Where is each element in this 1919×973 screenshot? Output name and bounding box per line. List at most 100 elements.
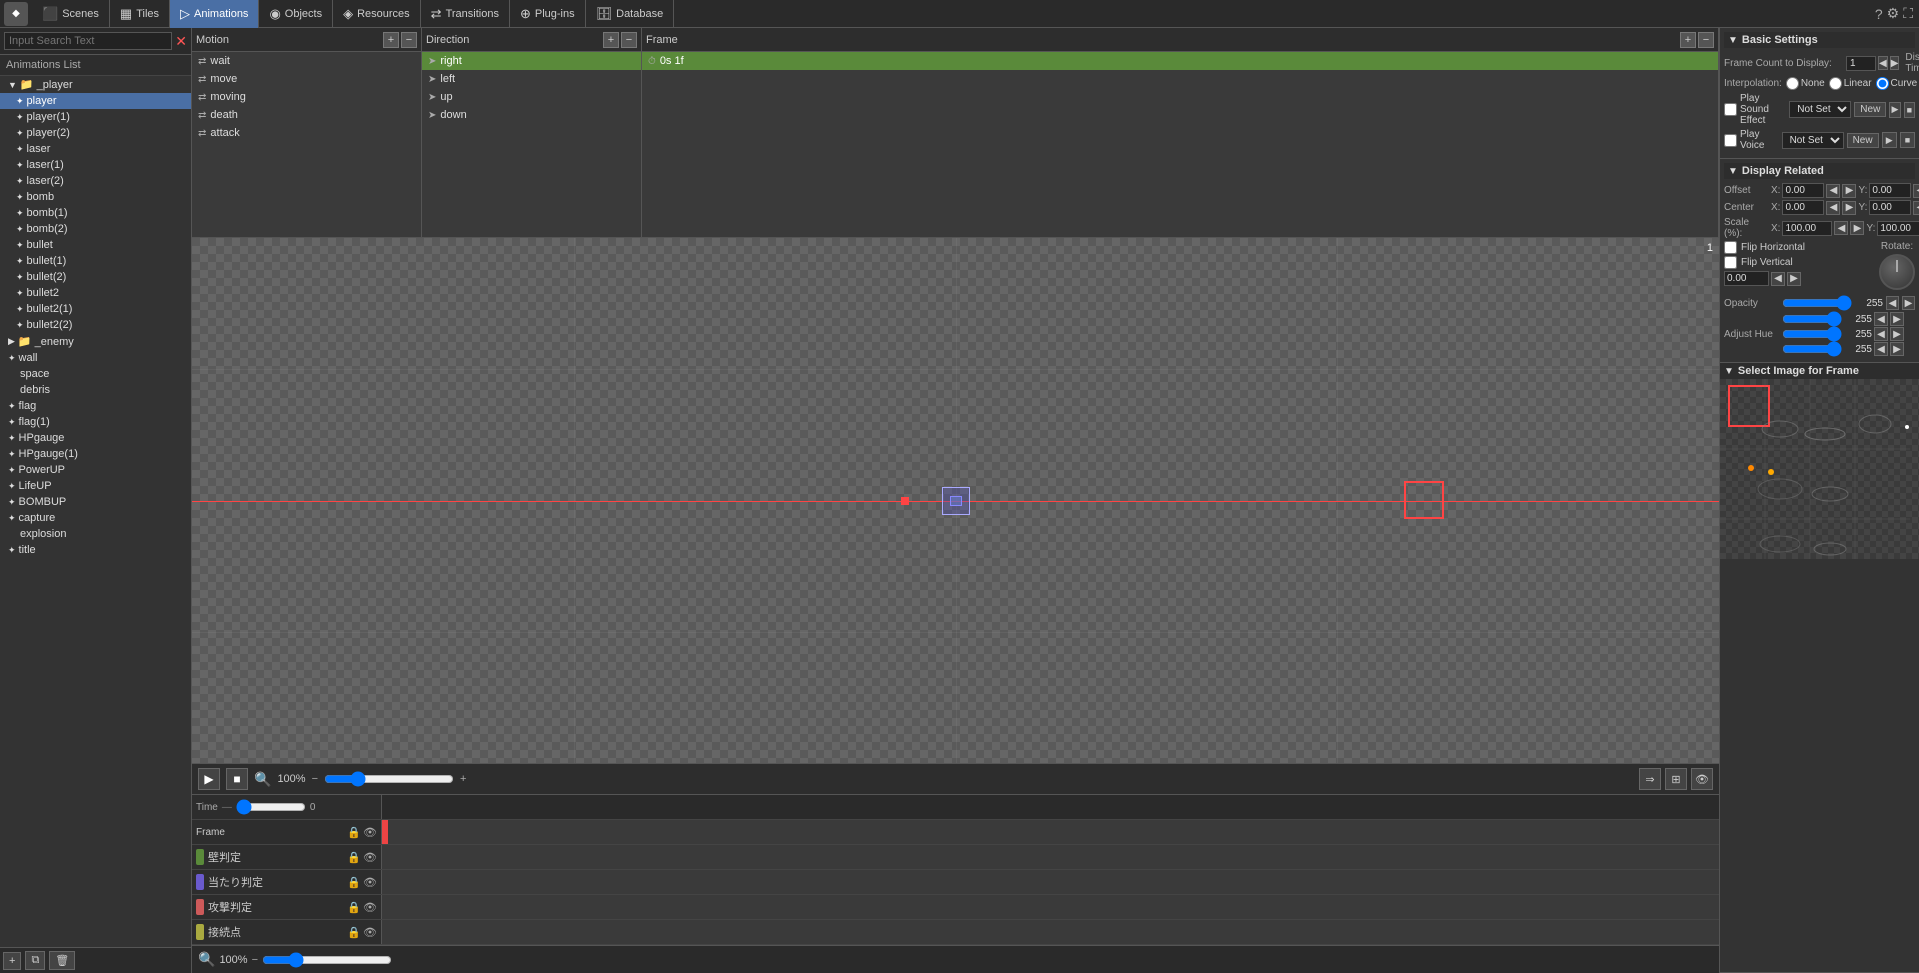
tree-item-lifeup[interactable]: ✦ LifeUP <box>0 478 191 494</box>
hue-r-slider[interactable] <box>1782 315 1842 323</box>
direction-item-left[interactable]: ➤ left <box>422 70 641 88</box>
offset-x-inc[interactable]: ▶ <box>1842 184 1856 198</box>
connect-lock-icon[interactable]: 🔒 <box>347 926 361 939</box>
play-voice-play-button[interactable]: ▶ <box>1882 132 1897 148</box>
tree-item-player2[interactable]: ✦ player(2) <box>0 125 191 141</box>
interp-none[interactable]: None <box>1786 77 1825 90</box>
tree-item-title[interactable]: ✦ title <box>0 542 191 558</box>
tree-item-bombup[interactable]: ✦ BOMBUP <box>0 494 191 510</box>
motion-item-wait[interactable]: ⇄ wait <box>192 52 421 70</box>
duplicate-animation-button[interactable]: ⧉ <box>25 951 45 970</box>
scale-x-dec[interactable]: ◀ <box>1834 221 1848 235</box>
tree-item-flag[interactable]: ✦ flag <box>0 398 191 414</box>
direction-remove-button[interactable]: − <box>621 32 637 48</box>
timeline-eye-button[interactable]: 👁 <box>1691 768 1713 790</box>
tab-database[interactable]: 🗄 Database <box>586 0 675 28</box>
tab-scenes[interactable]: ⬛ Scenes <box>32 0 110 28</box>
wall-lock-icon[interactable]: 🔒 <box>347 851 361 864</box>
hit-lock-icon[interactable]: 🔒 <box>347 876 361 889</box>
play-voice-stop-button[interactable]: ■ <box>1900 132 1915 148</box>
motion-item-death[interactable]: ⇄ death <box>192 106 421 124</box>
tree-item-enemy-folder[interactable]: ▶ 📁 _enemy <box>0 333 191 350</box>
interp-curve[interactable]: Curve <box>1876 77 1918 90</box>
tree-item-powerup[interactable]: ✦ PowerUP <box>0 462 191 478</box>
hit-eye-icon[interactable]: 👁 <box>363 876 377 889</box>
tree-item-bullet2-1[interactable]: ✦ bullet2(1) <box>0 301 191 317</box>
delete-animation-button[interactable]: 🗑 <box>49 951 75 970</box>
interp-linear[interactable]: Linear <box>1829 77 1872 90</box>
timeline-wall-track[interactable] <box>382 845 1719 869</box>
timeline-attack-track[interactable] <box>382 895 1719 919</box>
help-icon[interactable]: ? <box>1875 6 1883 22</box>
tree-item-flag1[interactable]: ✦ flag(1) <box>0 414 191 430</box>
search-clear-icon[interactable]: ✕ <box>175 33 187 50</box>
rotate-input[interactable] <box>1724 271 1769 286</box>
rotate-inc[interactable]: ▶ <box>1787 272 1801 286</box>
motion-item-move[interactable]: ⇄ move <box>192 70 421 88</box>
tree-item-bomb[interactable]: ✦ bomb <box>0 189 191 205</box>
attack-eye-icon[interactable]: 👁 <box>363 901 377 914</box>
add-animation-button[interactable]: + <box>3 952 21 970</box>
tree-item-bullet1[interactable]: ✦ bullet(1) <box>0 253 191 269</box>
offset-y-dec[interactable]: ◀ <box>1913 184 1919 198</box>
offset-x-dec[interactable]: ◀ <box>1826 184 1840 198</box>
tree-item-player-folder[interactable]: ▼ 📁 _player <box>0 76 191 93</box>
offset-x-input[interactable] <box>1782 183 1824 198</box>
direction-item-down[interactable]: ➤ down <box>422 106 641 124</box>
frame-lock-icon[interactable]: 🔒 <box>347 826 361 839</box>
center-y-dec[interactable]: ◀ <box>1913 201 1919 215</box>
flip-vertical-checkbox[interactable] <box>1724 256 1737 269</box>
tree-item-bullet2-base[interactable]: ✦ bullet2 <box>0 285 191 301</box>
frame-count-decrement[interactable]: ◀ <box>1878 56 1888 70</box>
attack-lock-icon[interactable]: 🔒 <box>347 901 361 914</box>
frame-item-0s1f[interactable]: ⏱ 0s 1f <box>642 52 1718 70</box>
tab-transitions[interactable]: ⇄ Transitions <box>421 0 510 28</box>
tab-animations[interactable]: ▷ Animations <box>170 0 259 28</box>
motion-add-button[interactable]: + <box>383 32 399 48</box>
connect-eye-icon[interactable]: 👁 <box>363 926 377 939</box>
tab-resources[interactable]: ◈ Resources <box>333 0 421 28</box>
tree-item-debris[interactable]: debris <box>0 382 191 398</box>
tree-item-laser1[interactable]: ✦ laser(1) <box>0 157 191 173</box>
timeline-hit-track[interactable] <box>382 870 1719 894</box>
tree-item-explosion[interactable]: explosion <box>0 526 191 542</box>
display-related-header[interactable]: ▼ Display Related <box>1724 163 1915 179</box>
stop-button[interactable]: ■ <box>226 768 248 790</box>
tree-item-laser2[interactable]: ✦ laser(2) <box>0 173 191 189</box>
frame-eye-icon[interactable]: 👁 <box>363 826 377 839</box>
direction-item-right[interactable]: ➤ right <box>422 52 641 70</box>
tree-item-hpgauge[interactable]: ✦ HPgauge <box>0 430 191 446</box>
new-voice-button[interactable]: New <box>1847 133 1879 148</box>
play-sound-play-button[interactable]: ▶ <box>1889 102 1900 118</box>
tree-item-hpgauge1[interactable]: ✦ HPgauge(1) <box>0 446 191 462</box>
direction-item-up[interactable]: ➤ up <box>422 88 641 106</box>
frame-count-increment[interactable]: ▶ <box>1890 56 1900 70</box>
wall-eye-icon[interactable]: 👁 <box>363 851 377 864</box>
hue-r-inc[interactable]: ▶ <box>1890 312 1904 326</box>
tree-item-capture[interactable]: ✦ capture <box>0 510 191 526</box>
expand-icon[interactable]: ⛶ <box>1903 5 1913 22</box>
flip-horizontal-checkbox[interactable] <box>1724 241 1737 254</box>
motion-item-moving[interactable]: ⇄ moving <box>192 88 421 106</box>
bottom-zoom-slider[interactable] <box>262 952 392 968</box>
offset-y-input[interactable] <box>1869 183 1911 198</box>
hue-g-inc[interactable]: ▶ <box>1890 327 1904 341</box>
direction-add-button[interactable]: + <box>603 32 619 48</box>
play-sound-checkbox[interactable] <box>1724 103 1737 116</box>
play-sound-dropdown[interactable]: Not Set <box>1789 101 1851 118</box>
hue-b-slider[interactable] <box>1782 345 1842 353</box>
tree-item-bullet2-2[interactable]: ✦ bullet2(2) <box>0 317 191 333</box>
play-voice-dropdown[interactable]: Not Set <box>1782 132 1844 149</box>
frame-add-button[interactable]: + <box>1680 32 1696 48</box>
tree-item-wall[interactable]: ✦ wall <box>0 350 191 366</box>
hue-r-dec[interactable]: ◀ <box>1874 312 1888 326</box>
tree-item-player1[interactable]: ✦ player(1) <box>0 109 191 125</box>
frame-remove-button[interactable]: − <box>1698 32 1714 48</box>
opacity-inc[interactable]: ▶ <box>1902 296 1915 310</box>
timeline-end-button[interactable]: ⇒ <box>1639 768 1661 790</box>
search-input[interactable] <box>4 32 172 50</box>
scale-x-inc[interactable]: ▶ <box>1850 221 1864 235</box>
new-sound-button[interactable]: New <box>1854 102 1886 117</box>
center-y-input[interactable] <box>1869 200 1911 215</box>
tab-tiles[interactable]: ▦ Tiles <box>110 0 170 28</box>
